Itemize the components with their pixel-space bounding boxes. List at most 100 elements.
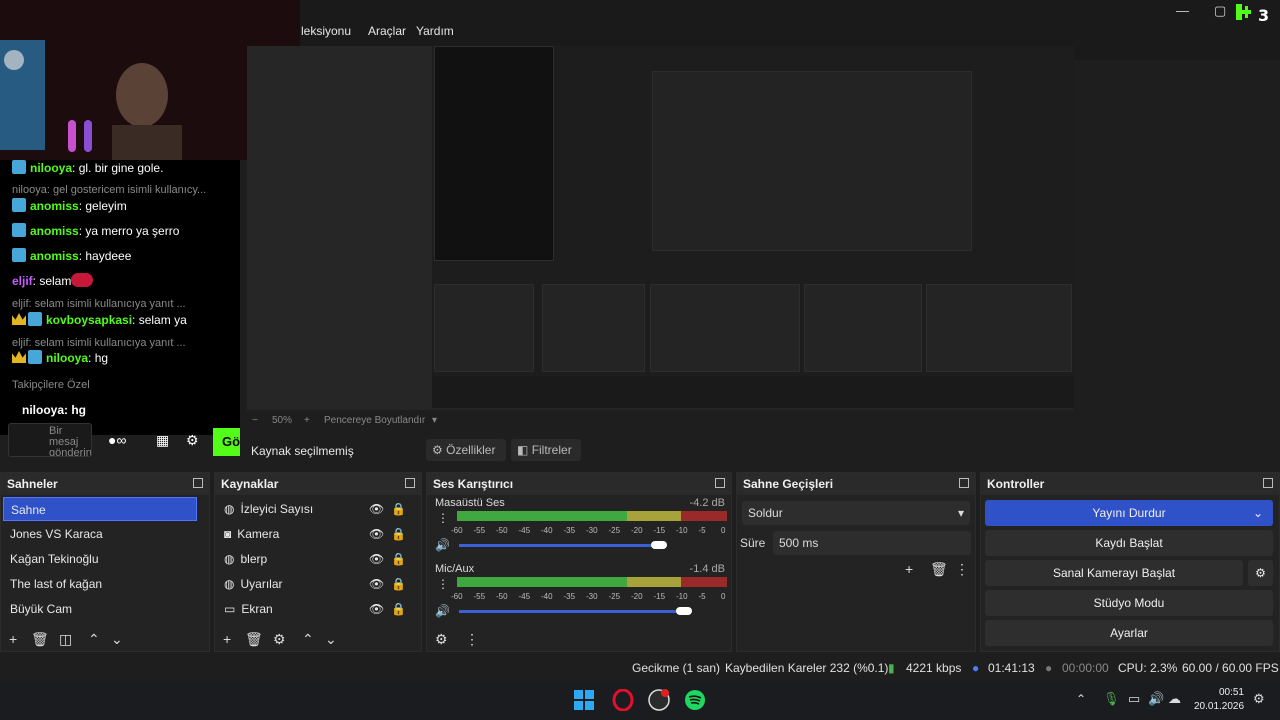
eye-icon[interactable]: 👁 (369, 522, 384, 546)
volume-slider-knob[interactable] (651, 541, 667, 549)
cloud-icon[interactable]: ☁ (1168, 691, 1181, 707)
menu-item-tools[interactable]: Araçlar (368, 24, 406, 38)
settings-button[interactable]: Ayarlar (985, 620, 1273, 646)
volume-slider[interactable] (459, 544, 659, 547)
speaker-icon[interactable]: 🔊 (435, 538, 450, 552)
source-item[interactable]: ▭ Ekran 👁 🔒 (217, 597, 407, 621)
trash-icon[interactable]: 🗑 (31, 631, 49, 648)
studio-mode-button[interactable]: Stüdyo Modu (985, 590, 1273, 616)
source-item[interactable]: ◍ blerp 👁 🔒 (217, 547, 407, 571)
undock-icon[interactable] (193, 478, 203, 488)
properties-button[interactable]: ⚙ Özellikler (426, 439, 506, 461)
lock-icon[interactable]: 🔒 (391, 547, 406, 571)
trash-icon[interactable]: 🗑 (245, 631, 263, 648)
undock-icon[interactable] (715, 478, 725, 488)
move-up-button[interactable]: ⌃ (88, 631, 100, 648)
spotify-icon[interactable] (684, 689, 706, 711)
transition-select[interactable]: Soldur ▾ (742, 501, 970, 525)
more-icon[interactable]: ⋮ (437, 577, 449, 591)
windows-start-icon[interactable] (574, 690, 594, 710)
move-down-button[interactable]: ⌄ (325, 631, 337, 648)
scene-item[interactable]: Jones VS Karaca (3, 522, 197, 546)
chat-username[interactable]: anomiss (30, 224, 79, 238)
eye-icon[interactable]: 👁 (369, 497, 384, 521)
speaker-icon[interactable]: 🔊 (435, 604, 450, 618)
meter-scale-label: -45 (518, 526, 531, 535)
gear-icon[interactable]: ⚙ (273, 631, 286, 648)
more-icon[interactable]: ⋮ (465, 631, 479, 648)
gear-icon[interactable]: ⚙ (186, 432, 199, 449)
lock-icon[interactable]: 🔒 (391, 497, 406, 521)
chat-username[interactable]: kovboysapkasi (46, 313, 132, 327)
meter-scale-label: -55 (473, 592, 486, 601)
chat-username[interactable]: nilooya (46, 351, 88, 365)
clock-time[interactable]: 00:51 (1212, 687, 1244, 698)
add-source-button[interactable]: + (223, 631, 231, 647)
status-fps: 60.00 / 60.00 FPS (1182, 661, 1279, 675)
move-down-button[interactable]: ⌄ (111, 631, 123, 648)
chat-username[interactable]: eljif (12, 274, 33, 288)
undock-icon[interactable] (959, 478, 969, 488)
duration-input[interactable]: 500 ms (773, 531, 971, 555)
chat-send-button[interactable]: Gö (213, 428, 240, 456)
subscriber-badge-icon (28, 312, 42, 326)
source-item[interactable]: ◍ İzleyici Sayısı 👁 🔒 (217, 497, 407, 521)
more-icon[interactable]: ⋮ (955, 561, 969, 578)
microphone-icon[interactable]: 🎙 (1103, 691, 1120, 707)
source-item[interactable]: ◍ Uyarılar 👁 🔒 (217, 572, 407, 596)
stop-stream-button[interactable]: Yayını Durdur ⌄ (985, 500, 1273, 526)
volume-slider[interactable] (459, 610, 684, 613)
chat-username[interactable]: nilooya (30, 161, 72, 175)
lock-icon[interactable]: 🔒 (391, 572, 406, 596)
scene-item[interactable]: Kağan Tekinoğlu (3, 547, 197, 571)
display-icon[interactable]: ▭ (1128, 691, 1140, 707)
minimize-button[interactable]: — (1176, 3, 1189, 18)
chevron-down-icon[interactable]: ▾ (432, 415, 437, 426)
kick-logo-icon: 3 (1234, 2, 1272, 26)
eye-icon[interactable]: 👁 (369, 572, 384, 596)
trash-icon[interactable]: 🗑 (930, 561, 948, 578)
menu-item-help[interactable]: Yardım (416, 24, 454, 38)
move-up-button[interactable]: ⌃ (302, 631, 314, 648)
obs-icon[interactable] (648, 689, 670, 711)
notification-icon[interactable]: ⚙ (1253, 691, 1265, 707)
zoom-in-button[interactable]: + (304, 415, 310, 426)
gear-icon[interactable]: ⚙ (1248, 560, 1273, 586)
filters-button[interactable]: ◧ Filtreler (511, 439, 581, 461)
scene-filter-icon[interactable]: ◫ (59, 631, 72, 648)
more-icon[interactable]: ⋮ (437, 511, 449, 525)
camera-icon: ◙ (224, 527, 232, 541)
eye-icon[interactable]: 👁 (369, 597, 384, 621)
scene-item[interactable]: The last of kağan (3, 572, 197, 596)
add-transition-button[interactable]: + (905, 561, 913, 577)
store-icon[interactable]: ▦ (156, 432, 169, 449)
eye-icon[interactable]: 👁 (369, 547, 384, 571)
status-cpu: CPU: 2.3% (1118, 661, 1178, 675)
lock-icon[interactable]: 🔒 (391, 522, 406, 546)
chevron-down-icon: ⌄ (1252, 506, 1263, 520)
speaker-icon[interactable]: 🔊 (1148, 691, 1164, 707)
fit-window-button[interactable]: Pencereye Boyutlandır (324, 415, 425, 426)
lock-icon[interactable]: 🔒 (391, 597, 406, 621)
volume-slider-knob[interactable] (676, 607, 692, 615)
add-scene-button[interactable]: + (9, 631, 17, 647)
chat-username[interactable]: anomiss (30, 199, 79, 213)
undock-icon[interactable] (1263, 478, 1273, 488)
start-record-button[interactable]: Kaydı Başlat (985, 530, 1273, 556)
opera-icon[interactable] (612, 688, 634, 712)
chevron-up-icon[interactable]: ⌃ (1076, 692, 1086, 706)
chat-message: anomiss: haydeee (12, 248, 131, 263)
scene-item[interactable]: Büyük Cam (3, 597, 197, 621)
clock-date[interactable]: 20.01.2026 (1194, 701, 1244, 712)
menu-item-collections[interactable]: leksiyonu (301, 24, 351, 38)
source-item[interactable]: ◙ Kamera 👁 🔒 (217, 522, 407, 546)
emote-menu-icon[interactable]: ●∞ (108, 432, 126, 448)
zoom-out-button[interactable]: − (252, 415, 258, 426)
chat-input[interactable]: Bir mesaj gönderin (8, 423, 92, 457)
virtual-camera-button[interactable]: Sanal Kamerayı Başlat (985, 560, 1243, 586)
advanced-audio-icon[interactable]: ⚙ (435, 631, 448, 648)
maximize-button[interactable]: ▢ (1214, 3, 1226, 19)
chat-username[interactable]: anomiss (30, 249, 79, 263)
scene-item[interactable]: Sahne (3, 497, 197, 521)
undock-icon[interactable] (405, 478, 415, 488)
